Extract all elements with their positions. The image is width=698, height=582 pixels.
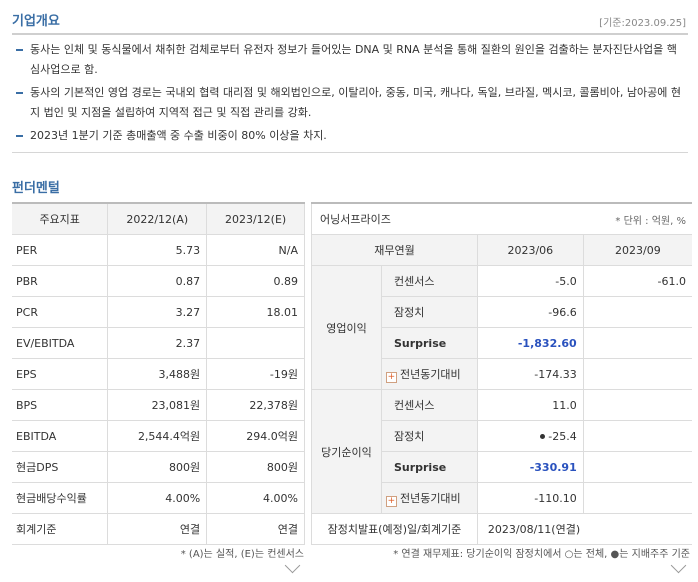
earnings-footnote: * 연결 재무제표: 당기순이익 잠정치에서 ○는 전체, ●는 지배주주 기준 xyxy=(393,549,690,560)
table-row: 영업이익 컨센서스 -5.0 -61.0 xyxy=(311,265,692,390)
overview-date-note: [기준:2023.09.25] xyxy=(599,18,686,29)
fundamentals-footnote: * (A)는 실적, (E)는 컨센서스 xyxy=(180,549,304,560)
table-row: 회계기준 연결 연결 xyxy=(12,513,305,545)
overview-item: 2023년 1분기 기준 총매출액 중 수출 비중이 80% 이상을 차지. xyxy=(14,126,686,146)
col-header-2023-09: 2023/09 xyxy=(582,234,692,266)
overview-title: 기업개요 xyxy=(12,14,60,29)
announce-label: 잠정치발표(예정)일/회계기준 xyxy=(311,513,478,545)
col-header-actual: 2022/12(A) xyxy=(107,202,208,235)
table-row: 당기순이익 컨센서스 11.0 xyxy=(311,389,692,514)
section-divider xyxy=(12,152,688,153)
overview-item: 동사의 기본적인 영업 경로는 국내외 협력 대리점 및 해외법인으로, 이탈리… xyxy=(14,83,686,123)
earnings-title: 어닝서프라이즈 xyxy=(311,202,478,235)
bullet-icon xyxy=(16,49,23,51)
overview-list: 동사는 인체 및 동식물에서 채취한 검체로부터 유전자 정보가 들어있는 DN… xyxy=(14,40,686,149)
fundamentals-table: 주요지표 2022/12(A) 2023/12(E) PER 5.73 N/A PB… xyxy=(12,202,305,545)
fundamentals-title: 펀더멘털 xyxy=(12,181,60,196)
chevron-down-icon[interactable] xyxy=(284,557,301,574)
table-row: PBR 0.87 0.89 xyxy=(12,265,305,297)
col-header-2023-06: 2023/06 xyxy=(476,234,584,266)
overview-item: 동사는 인체 및 동식물에서 채취한 검체로부터 유전자 정보가 들어있는 DN… xyxy=(14,40,686,80)
fundamentals-header-row: 주요지표 2022/12(A) 2023/12(E) xyxy=(12,202,305,235)
table-row: BPS 23,081원 22,378원 xyxy=(12,389,305,421)
earnings-unit-note: * 단위 : 억원, % xyxy=(477,202,692,235)
expand-plus-icon[interactable]: + xyxy=(385,495,397,507)
col-header-period: 재무연월 xyxy=(311,234,478,266)
bullet-icon xyxy=(16,92,23,94)
yoy-expand-row[interactable]: + 전년동기대비 xyxy=(380,358,478,390)
table-row: EPS 3,488원 -19원 xyxy=(12,358,305,390)
earnings-header-row: 재무연월 2023/06 2023/09 xyxy=(311,234,692,266)
announce-value: 2023/08/11(연결) xyxy=(476,513,692,545)
earnings-surprise-table: 어닝서프라이즈 * 단위 : 억원, % 재무연월 2023/06 2023/0… xyxy=(311,202,692,545)
earnings-title-row: 어닝서프라이즈 * 단위 : 억원, % xyxy=(311,202,692,235)
controlling-shareholder-dot-icon xyxy=(540,433,546,439)
group-label-net-income: 당기순이익 xyxy=(311,389,382,514)
chevron-down-icon[interactable] xyxy=(670,557,687,574)
col-header-indicator: 주요지표 xyxy=(12,202,109,235)
table-row: 현금배당수익률 4.00% 4.00% xyxy=(12,482,305,514)
announce-row: 잠정치발표(예정)일/회계기준 2023/08/11(연결) xyxy=(311,513,692,545)
overview-divider xyxy=(12,33,688,35)
table-row: EV/EBITDA 2.37 xyxy=(12,327,305,359)
yoy-expand-row[interactable]: + 전년동기대비 xyxy=(380,482,478,514)
group-label-operating-profit: 영업이익 xyxy=(311,265,382,390)
table-row: EBITDA 2,544.4억원 294.0억원 xyxy=(12,420,305,452)
table-row: PER 5.73 N/A xyxy=(12,234,305,266)
table-row: 현금DPS 800원 800원 xyxy=(12,451,305,483)
expand-plus-icon[interactable]: + xyxy=(385,371,397,383)
col-header-estimate: 2023/12(E) xyxy=(206,202,305,235)
table-row: PCR 3.27 18.01 xyxy=(12,296,305,328)
bullet-icon xyxy=(16,135,23,137)
